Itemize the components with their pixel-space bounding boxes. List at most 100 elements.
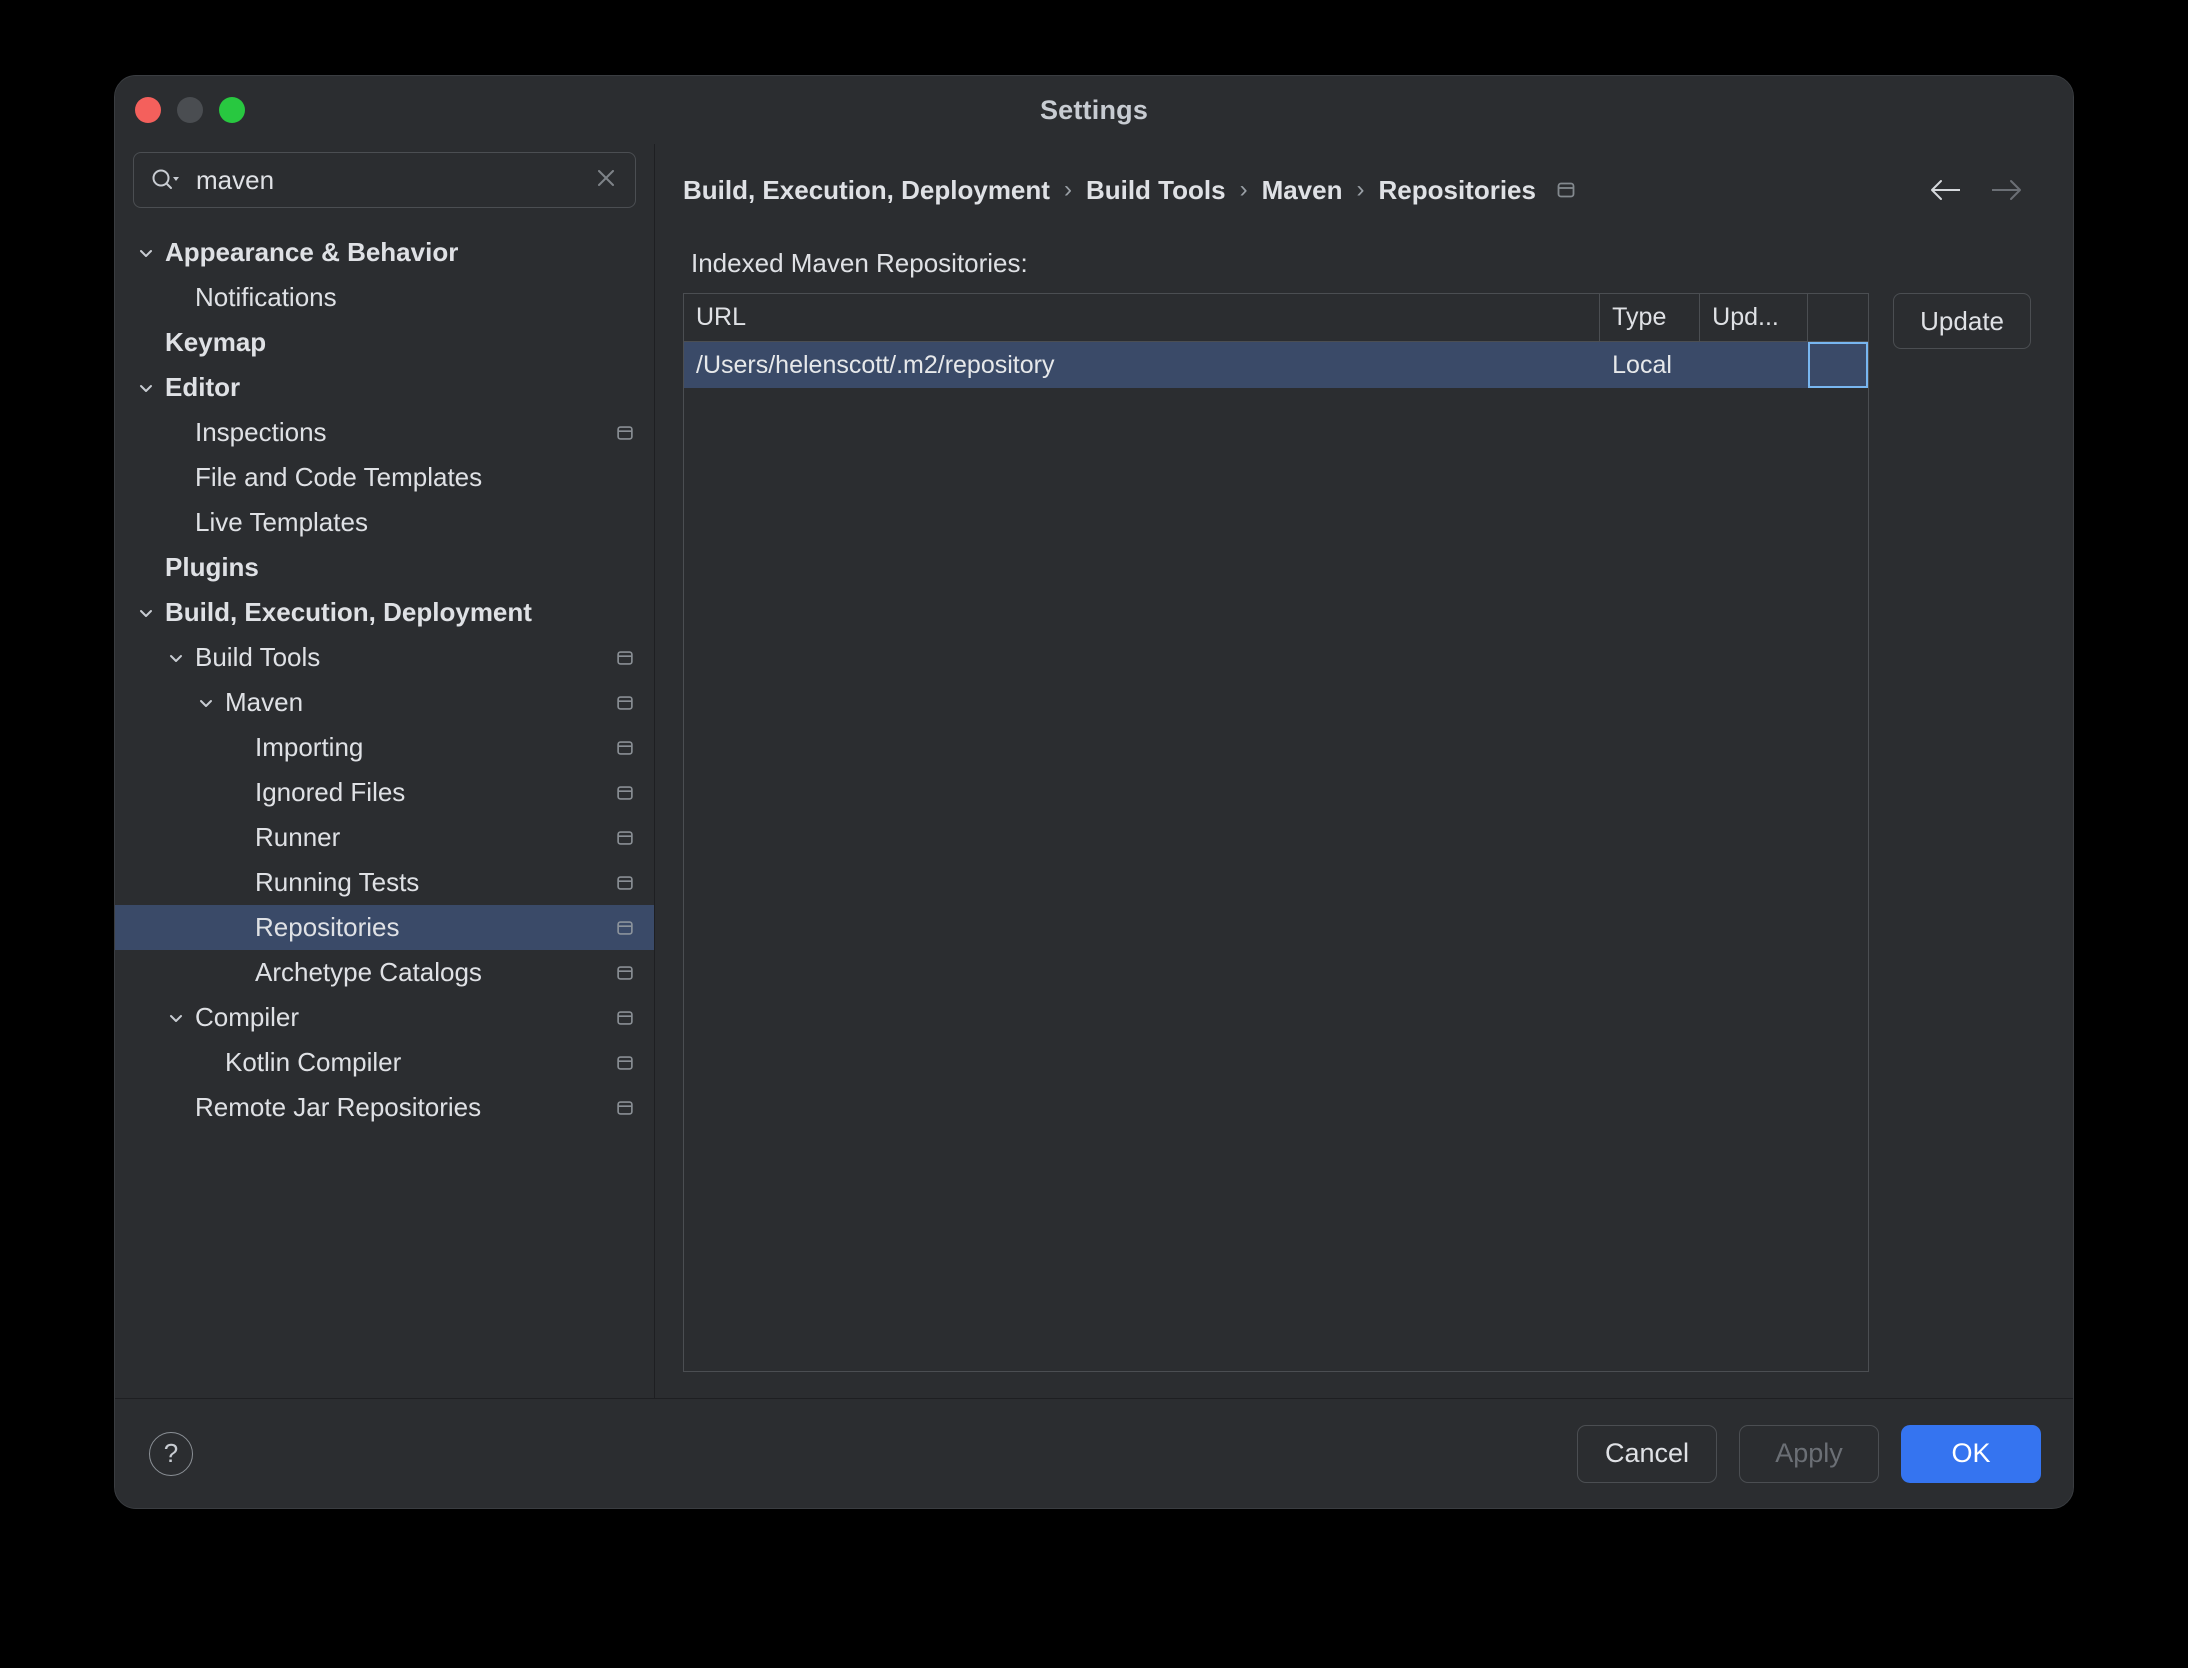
sidebar-item-running-tests[interactable]: Running Tests <box>115 860 654 905</box>
sidebar-item-label: Plugins <box>165 552 259 582</box>
project-scope-icon <box>614 962 636 984</box>
sidebar-item-label: Appearance & Behavior <box>165 237 459 267</box>
project-scope-icon <box>614 827 636 849</box>
dialog-footer: ? Cancel Apply OK <box>115 1398 2073 1508</box>
column-header-type[interactable]: Type <box>1600 294 1701 341</box>
chevron-down-icon[interactable] <box>135 242 157 264</box>
sidebar-item-editor[interactable]: Editor <box>115 365 654 410</box>
sidebar-item-label: Running Tests <box>255 867 420 897</box>
minimize-window-button[interactable] <box>177 97 203 123</box>
sidebar-item-label: Keymap <box>165 327 267 357</box>
project-scope-icon <box>614 1097 636 1119</box>
ok-button[interactable]: OK <box>1901 1424 2041 1483</box>
sidebar-item-label: Build Tools <box>195 642 321 672</box>
breadcrumb-separator: › <box>1239 176 1248 203</box>
settings-window: Settings maven Appearance & Behavior Not… <box>114 75 2074 1509</box>
sidebar-item-maven[interactable]: Maven <box>115 680 654 725</box>
sidebar-item-runner[interactable]: Runner <box>115 815 654 860</box>
clear-search-icon[interactable] <box>593 165 619 196</box>
indexed-repositories-label: Indexed Maven Repositories: <box>691 248 1028 278</box>
sidebar-item-build-tools[interactable]: Build Tools <box>115 635 654 680</box>
sidebar-item-label: Maven <box>225 687 304 717</box>
breadcrumb-item-0[interactable]: Build, Execution, Deployment <box>683 175 1050 206</box>
project-scope-icon <box>614 1052 636 1074</box>
repositories-table-area: URL Type Upd... /Users/helenscott/.m2/re… <box>683 293 2031 1372</box>
project-scope-icon <box>614 782 636 804</box>
column-header-url[interactable]: URL <box>684 294 1601 341</box>
window-title: Settings <box>1039 94 1149 125</box>
table-row[interactable]: /Users/helenscott/.m2/repository Local <box>684 342 1869 388</box>
sidebar-item-label: Kotlin Compiler <box>225 1047 402 1077</box>
sidebar-item-notifications[interactable]: Notifications <box>115 275 654 320</box>
sidebar-item-label: Repositories <box>255 912 400 942</box>
repositories-panel: Indexed Maven Repositories: URL Type Upd… <box>683 236 2031 1398</box>
sidebar-item-label: Archetype Catalogs <box>255 957 482 987</box>
breadcrumb: Build, Execution, Deployment › Build Too… <box>683 144 2031 236</box>
breadcrumb-separator: › <box>1356 176 1365 203</box>
cell-action[interactable] <box>1808 342 1869 388</box>
sidebar-item-archetype-catalogs[interactable]: Archetype Catalogs <box>115 950 654 995</box>
project-scope-icon <box>614 737 636 759</box>
breadcrumb-item-1[interactable]: Build Tools <box>1086 175 1226 206</box>
chevron-down-icon[interactable] <box>135 602 157 624</box>
table-body: /Users/helenscott/.m2/repository Local <box>684 342 1869 1371</box>
sidebar-item-ignored-files[interactable]: Ignored Files <box>115 770 654 815</box>
search-field[interactable]: maven <box>133 152 636 208</box>
project-scope-icon <box>1554 178 1578 202</box>
settings-content: Build, Execution, Deployment › Build Too… <box>655 144 2073 1398</box>
project-scope-icon <box>614 917 636 939</box>
project-scope-icon <box>614 422 636 444</box>
search-container: maven <box>115 152 654 208</box>
sidebar-item-label: Inspections <box>195 417 327 447</box>
sidebar-item-label: Remote Jar Repositories <box>195 1092 482 1122</box>
repositories-table: URL Type Upd... /Users/helenscott/.m2/re… <box>683 293 1870 1372</box>
sidebar-item-label: Runner <box>255 822 341 852</box>
sidebar-item-keymap[interactable]: Keymap <box>115 320 654 365</box>
sidebar-item-label: Build, Execution, Deployment <box>165 597 532 627</box>
update-button[interactable]: Update <box>1893 293 2031 349</box>
project-scope-icon <box>614 872 636 894</box>
sidebar-item-live-templates[interactable]: Live Templates <box>115 500 654 545</box>
chevron-down-icon[interactable] <box>135 377 157 399</box>
chevron-down-icon[interactable] <box>165 1007 187 1029</box>
sidebar-item-plugins[interactable]: Plugins <box>115 545 654 590</box>
window-titlebar: Settings <box>115 76 2073 144</box>
cell-url[interactable]: /Users/helenscott/.m2/repository <box>684 342 1600 388</box>
search-icon <box>150 167 180 193</box>
breadcrumb-item-2[interactable]: Maven <box>1262 175 1343 206</box>
search-input[interactable]: maven <box>196 167 593 193</box>
column-header-action[interactable] <box>1808 294 1868 341</box>
sidebar-item-importing[interactable]: Importing <box>115 725 654 770</box>
apply-button[interactable]: Apply <box>1739 1424 1879 1483</box>
cell-type[interactable]: Local <box>1600 342 1700 388</box>
back-button[interactable] <box>1925 168 1969 212</box>
sidebar-item-repositories[interactable]: Repositories <box>115 905 654 950</box>
sidebar-item-remote-jar-repositories[interactable]: Remote Jar Repositories <box>115 1085 654 1130</box>
sidebar-item-build-execution-deployment[interactable]: Build, Execution, Deployment <box>115 590 654 635</box>
sidebar-item-inspections[interactable]: Inspections <box>115 410 654 455</box>
column-header-updated[interactable]: Upd... <box>1700 294 1809 341</box>
footer-action-buttons: Cancel Apply OK <box>1577 1424 2041 1483</box>
sidebar-item-appearance-behavior[interactable]: Appearance & Behavior <box>115 230 654 275</box>
sidebar-item-file-and-code-templates[interactable]: File and Code Templates <box>115 455 654 500</box>
forward-button[interactable] <box>1983 168 2027 212</box>
chevron-down-icon[interactable] <box>195 692 217 714</box>
project-scope-icon <box>614 647 636 669</box>
table-header-row: URL Type Upd... <box>684 294 1869 342</box>
settings-sidebar: maven Appearance & Behavior Notifications… <box>115 144 655 1398</box>
sidebar-item-label: Editor <box>165 372 241 402</box>
sidebar-item-label: Importing <box>255 732 364 762</box>
chevron-down-icon[interactable] <box>165 647 187 669</box>
sidebar-item-label: Compiler <box>195 1002 300 1032</box>
sidebar-item-label: Ignored Files <box>255 777 406 807</box>
sidebar-item-compiler[interactable]: Compiler <box>115 995 654 1040</box>
settings-tree: Appearance & Behavior Notifications Keymap… <box>115 230 654 1398</box>
help-button[interactable]: ? <box>149 1431 193 1476</box>
sidebar-item-label: Live Templates <box>195 507 368 537</box>
breadcrumb-separator: › <box>1063 176 1072 203</box>
sidebar-item-kotlin-compiler[interactable]: Kotlin Compiler <box>115 1040 654 1085</box>
cancel-button[interactable]: Cancel <box>1577 1424 1717 1483</box>
close-window-button[interactable] <box>135 97 161 123</box>
cell-updated[interactable] <box>1700 342 1808 388</box>
zoom-window-button[interactable] <box>219 97 245 123</box>
